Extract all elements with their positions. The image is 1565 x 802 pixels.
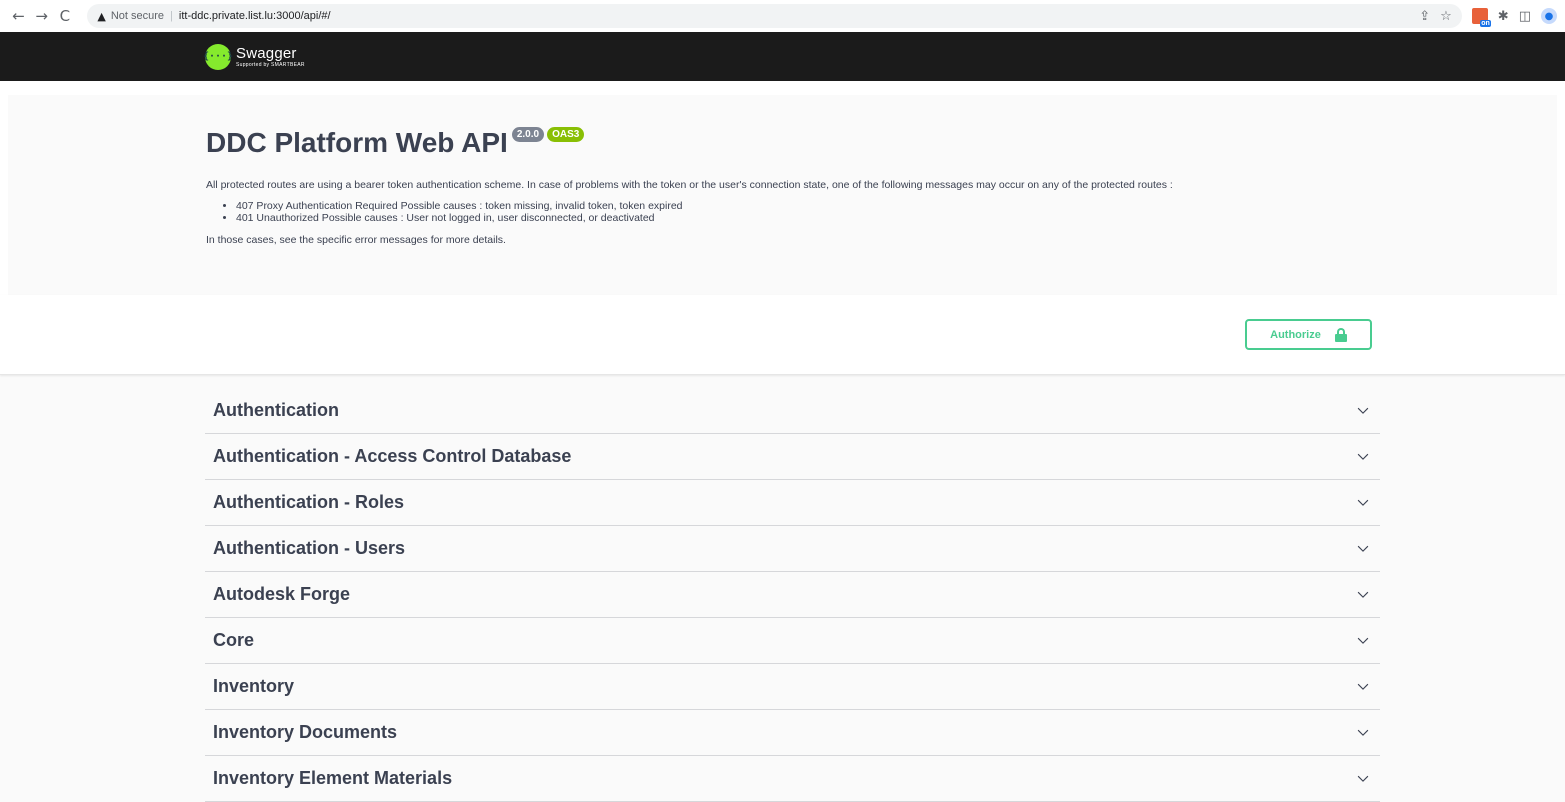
puzzle-icon[interactable]: ✱ xyxy=(1498,9,1509,24)
browser-toolbar: ← → C ▲ Not secure | itt-ddc.private.lis… xyxy=(0,0,1565,32)
reload-icon[interactable]: C xyxy=(54,5,75,27)
logo-subtitle: Supported by SMARTBEAR xyxy=(236,61,305,68)
title-row: DDC Platform Web API 2.0.0 OAS3 xyxy=(206,127,1557,159)
swagger-topbar: {···} Swagger Supported by SMARTBEAR xyxy=(0,32,1565,81)
causes-list: 407 Proxy Authentication Required Possib… xyxy=(206,200,1557,224)
version-badge: 2.0.0 xyxy=(511,127,545,142)
tag-label: Autodesk Forge xyxy=(213,584,351,604)
tag-label: Inventory Element Materials xyxy=(213,768,453,788)
security-label[interactable]: Not secure xyxy=(111,10,164,22)
operations-list: Authentication Authentication - Access C… xyxy=(0,375,1565,802)
profile-avatar-icon[interactable]: ● xyxy=(1540,8,1557,24)
logo-name: Swagger xyxy=(236,44,297,62)
chevron-down-icon xyxy=(1357,729,1369,736)
tag-label: Core xyxy=(213,630,255,650)
chevron-down-icon xyxy=(1357,545,1369,552)
page-title: DDC Platform Web API xyxy=(206,127,508,158)
tag-inventory-documents[interactable]: Inventory Documents xyxy=(205,710,1380,756)
tag-authentication-roles[interactable]: Authentication - Roles xyxy=(205,480,1380,526)
warning-icon: ▲ xyxy=(97,9,106,23)
tag-label: Authentication - Access Control Database xyxy=(213,446,572,466)
tag-autodesk-forge[interactable]: Autodesk Forge xyxy=(205,572,1380,618)
tag-label: Inventory Documents xyxy=(213,722,398,742)
swagger-logo[interactable]: {···} Swagger Supported by SMARTBEAR xyxy=(203,43,305,70)
lock-icon xyxy=(1334,327,1347,342)
extension-badge: on xyxy=(1480,20,1491,27)
bookmark-star-icon[interactable]: ☆ xyxy=(1440,9,1452,24)
forward-arrow-icon[interactable]: → xyxy=(31,5,52,27)
tag-authentication-access-control-database[interactable]: Authentication - Access Control Database xyxy=(205,434,1380,480)
tag-label: Authentication - Users xyxy=(213,538,406,558)
share-icon[interactable]: ⇪ xyxy=(1419,9,1430,24)
side-panel-icon[interactable]: ◫ xyxy=(1519,9,1531,24)
logo-text: Swagger Supported by SMARTBEAR xyxy=(236,44,305,68)
url-separator: | xyxy=(170,10,173,22)
tag-core[interactable]: Core xyxy=(205,618,1380,664)
chevron-down-icon xyxy=(1357,407,1369,414)
tag-inventory-element-materials[interactable]: Inventory Element Materials xyxy=(205,756,1380,802)
authorize-label: Authorize xyxy=(1270,328,1321,341)
tag-inventory[interactable]: Inventory xyxy=(205,664,1380,710)
description-footer: In those cases, see the specific error m… xyxy=(206,234,506,246)
api-description: All protected routes are using a bearer … xyxy=(206,179,1173,191)
extensions-area: on ✱ ◫ ● xyxy=(1471,8,1557,27)
cause-item: 407 Proxy Authentication Required Possib… xyxy=(236,200,1557,212)
chevron-down-icon xyxy=(1357,775,1369,782)
swagger-logo-icon: {···} xyxy=(203,43,233,70)
extension-icon[interactable]: on xyxy=(1471,8,1491,27)
back-arrow-icon[interactable]: ← xyxy=(8,5,29,27)
oas-badge: OAS3 xyxy=(547,127,585,142)
chevron-down-icon xyxy=(1357,591,1369,598)
cause-item: 401 Unauthorized Possible causes : User … xyxy=(236,212,1557,224)
tag-label: Inventory xyxy=(213,676,295,696)
tag-authentication-users[interactable]: Authentication - Users xyxy=(205,526,1380,572)
scheme-container: Authorize xyxy=(0,295,1565,375)
tag-authentication[interactable]: Authentication xyxy=(205,388,1380,434)
tag-label: Authentication - Roles xyxy=(213,492,405,512)
chevron-down-icon xyxy=(1357,683,1369,690)
tag-label: Authentication xyxy=(213,400,339,420)
chevron-down-icon xyxy=(1357,637,1369,644)
authorize-button[interactable]: Authorize xyxy=(1245,319,1372,350)
chevron-down-icon xyxy=(1357,499,1369,506)
chevron-down-icon xyxy=(1357,453,1369,460)
url-text[interactable]: itt-ddc.private.list.lu:3000/api/#/ xyxy=(179,10,1419,22)
omnibox-actions: ⇪ ☆ xyxy=(1419,9,1452,24)
api-info: DDC Platform Web API 2.0.0 OAS3 All prot… xyxy=(8,95,1557,295)
address-bar[interactable]: ▲ Not secure | itt-ddc.private.list.lu:3… xyxy=(87,4,1462,28)
